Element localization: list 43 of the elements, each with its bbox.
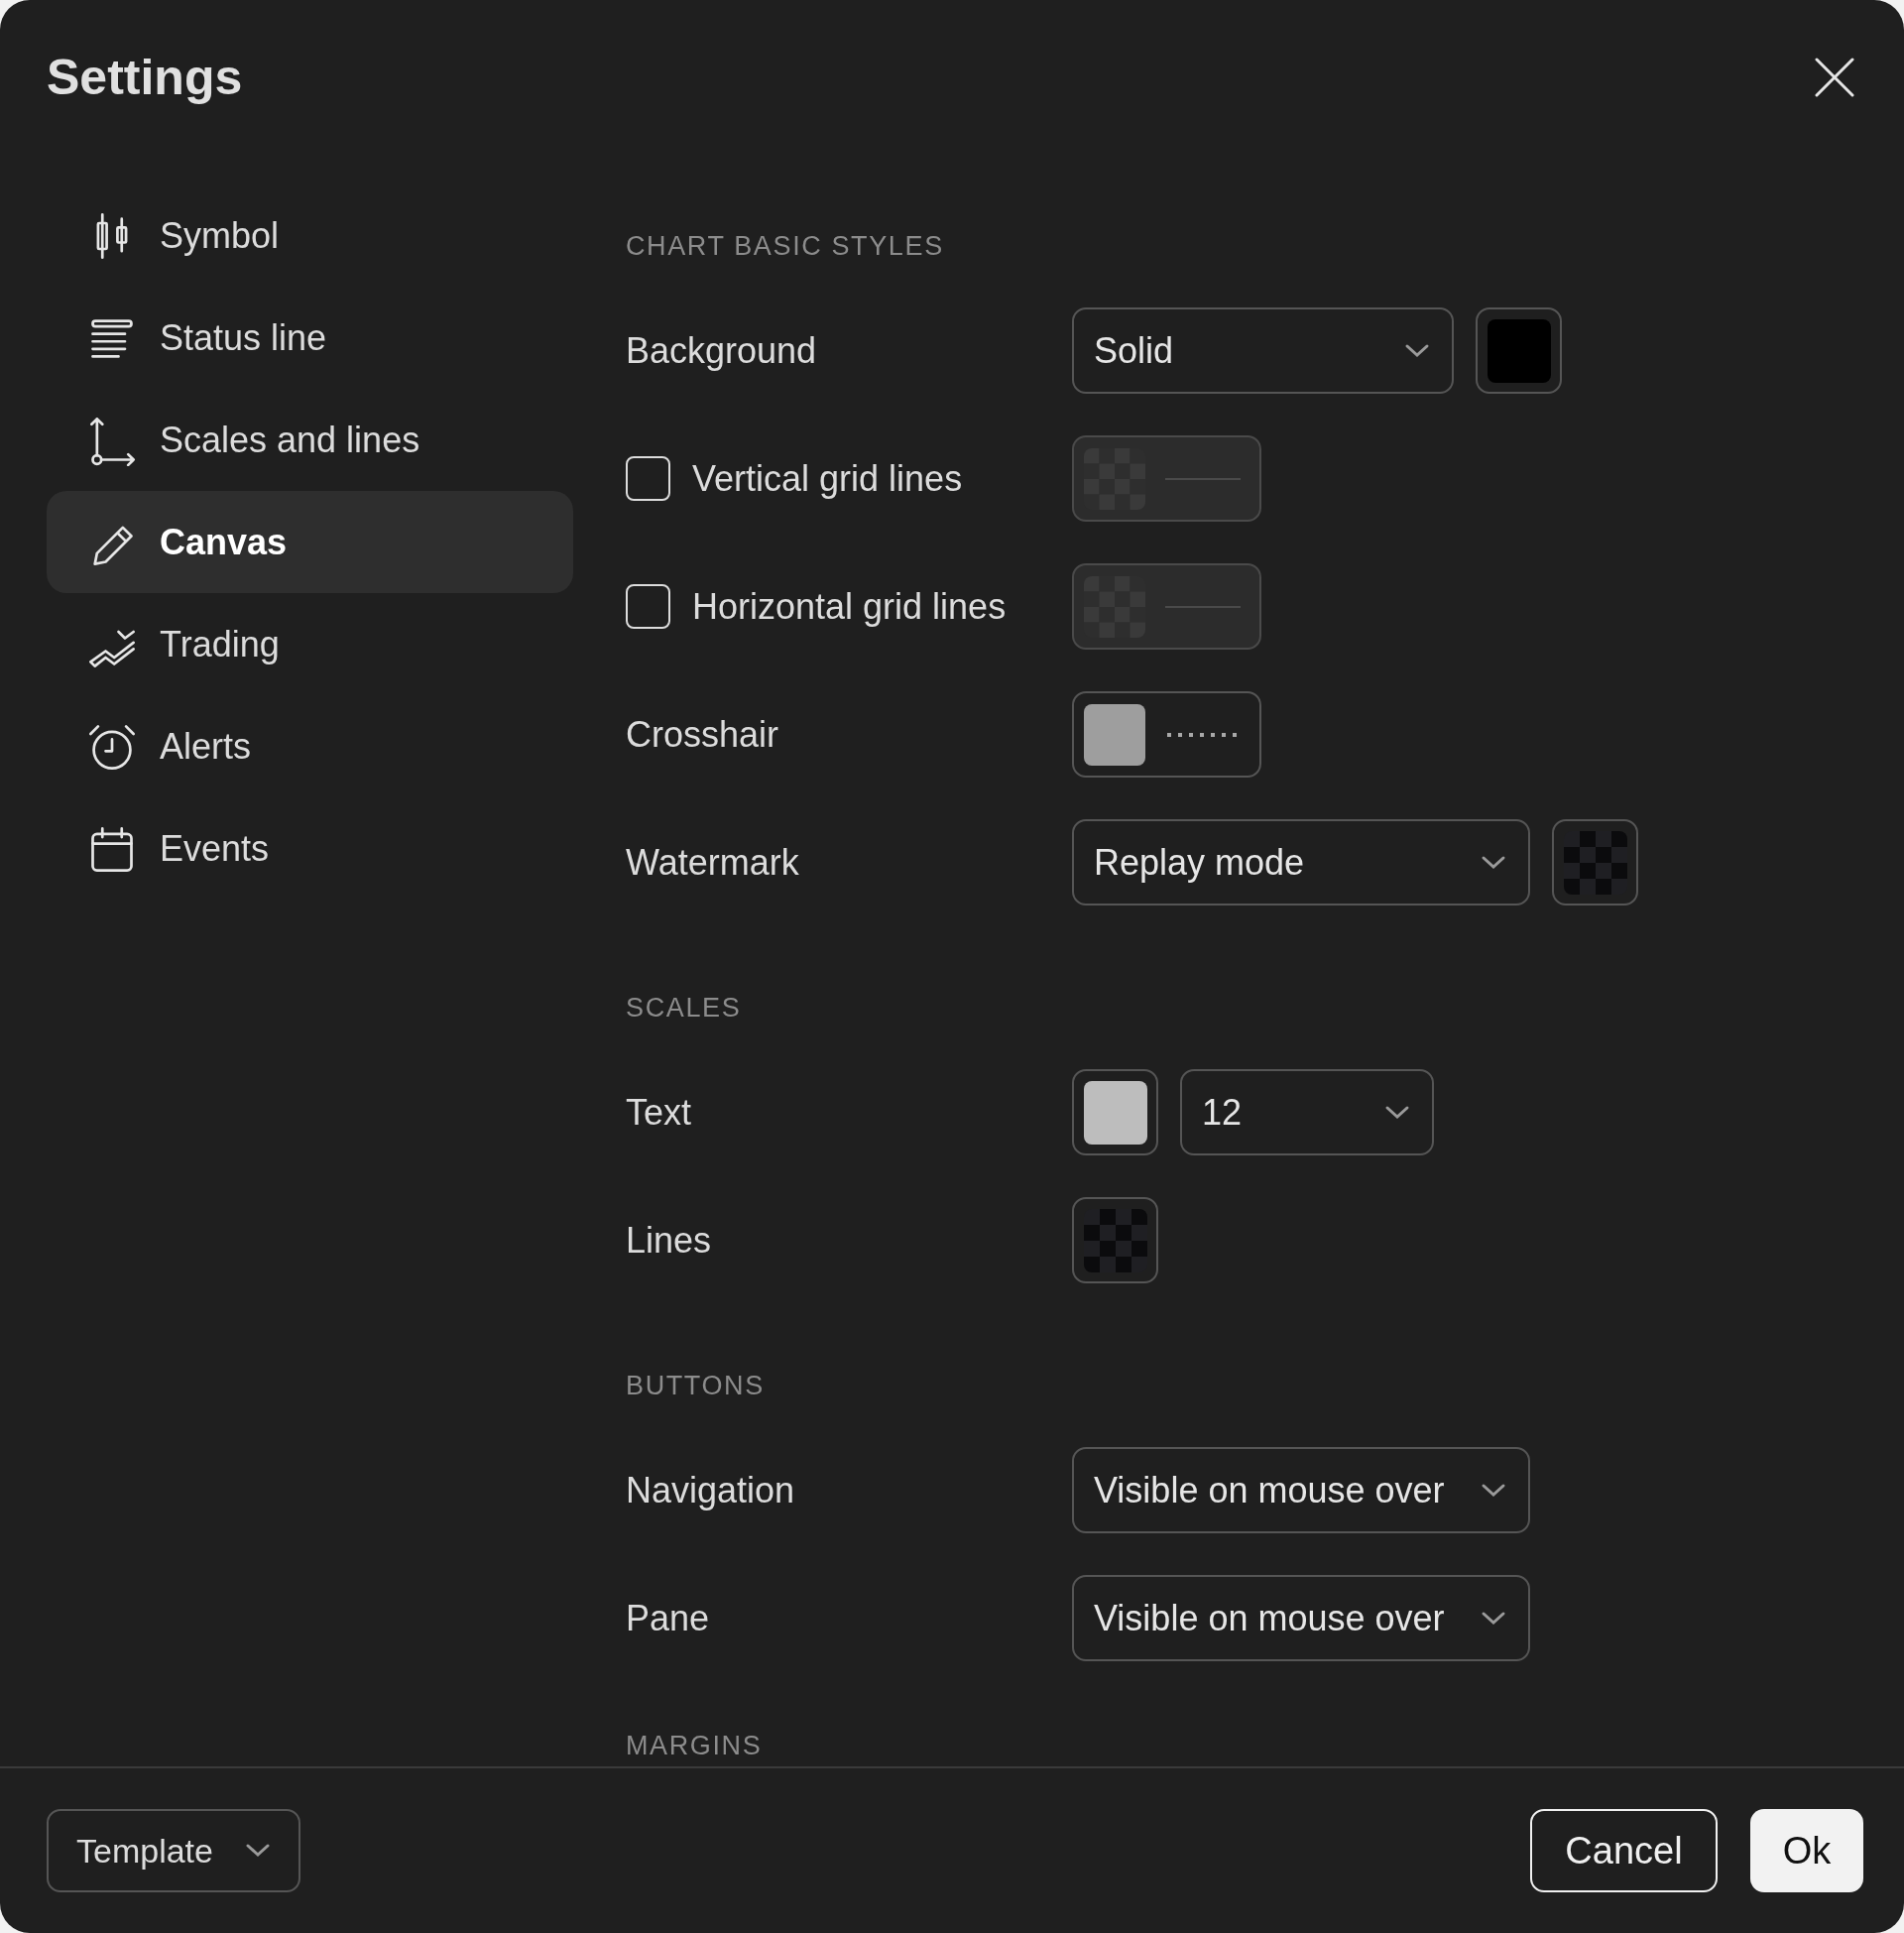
section-heading: MARGINS: [626, 1730, 764, 1761]
color-button[interactable]: [1072, 1197, 1158, 1283]
setting-label: Crosshair: [626, 712, 779, 757]
section-heading: SCALES: [626, 992, 743, 1024]
dropdown[interactable]: Solid: [1072, 307, 1454, 394]
dropdown[interactable]: 12: [1180, 1069, 1434, 1155]
chevron-down-icon: [1481, 1610, 1506, 1627]
setting-label: Watermark: [626, 840, 799, 885]
sidebar-item[interactable]: Symbol: [47, 184, 573, 287]
setting-label: Text: [626, 1090, 692, 1135]
window-title: Settings: [47, 48, 243, 107]
sidebar-item[interactable]: Canvas: [47, 491, 573, 593]
dropdown[interactable]: Visible on mouse over: [1072, 1575, 1530, 1661]
color-button[interactable]: [1476, 307, 1562, 394]
color-button[interactable]: [1552, 819, 1638, 906]
color-button[interactable]: [1072, 1069, 1158, 1155]
sidebar-item[interactable]: Scales and lines: [47, 389, 573, 491]
sidebar-item[interactable]: Trading: [47, 593, 573, 695]
sidebar-item[interactable]: Events: [47, 797, 573, 900]
chevron-down-icon: [1481, 1482, 1506, 1499]
setting-label: Navigation: [626, 1468, 795, 1512]
setting-label: Pane: [626, 1596, 710, 1640]
ok-button[interactable]: Ok: [1750, 1809, 1863, 1892]
section-heading: BUTTONS: [626, 1370, 766, 1401]
dropdown[interactable]: Replay mode: [1072, 819, 1530, 906]
chevron-down-icon: [1384, 1104, 1410, 1121]
chevron-down-icon: [245, 1843, 271, 1859]
line-style-icon: [1165, 603, 1241, 610]
setting-label: Horizontal grid lines: [692, 584, 1007, 629]
setting-label: Vertical grid lines: [692, 456, 963, 501]
line-style-icon: [1165, 475, 1241, 482]
dropdown[interactable]: Visible on mouse over: [1072, 1447, 1530, 1533]
line-style-button[interactable]: [1072, 691, 1261, 778]
close-icon: [1815, 58, 1854, 97]
sidebar-item[interactable]: Status line: [47, 287, 573, 389]
template-dropdown[interactable]: Template: [47, 1809, 300, 1892]
section-heading: CHART BASIC STYLES: [626, 230, 945, 262]
sidebar-item[interactable]: Alerts: [47, 695, 573, 797]
chevron-down-icon: [1481, 854, 1506, 871]
cancel-button[interactable]: Cancel: [1530, 1809, 1718, 1892]
setting-label: Background: [626, 328, 817, 373]
chevron-down-icon: [1404, 342, 1430, 359]
setting-label: Lines: [626, 1218, 712, 1263]
